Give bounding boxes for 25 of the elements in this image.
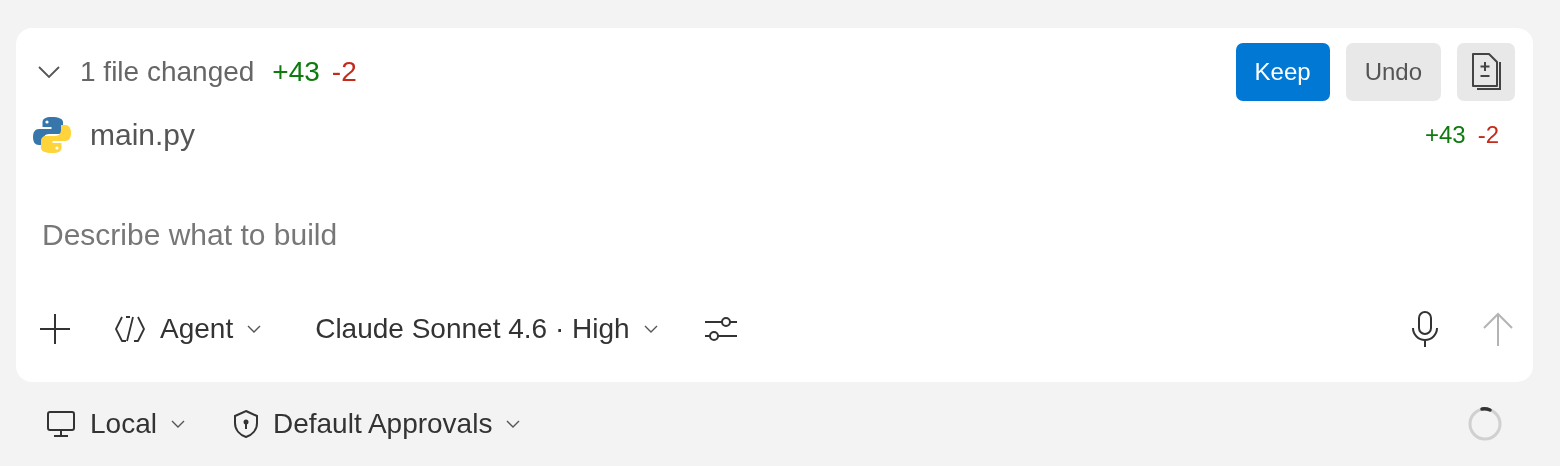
chevron-icon [38,66,60,78]
caret-icon [506,419,521,429]
model-dropdown[interactable]: Claude Sonnet 4.6 · High [315,313,658,345]
removed-count: -2 [1477,121,1499,149]
caret-icon [643,324,658,334]
python-icon [32,115,72,155]
shield-icon [232,409,259,439]
added-count: +43 [1424,121,1466,149]
add-icon[interactable] [38,312,72,346]
changes-toggle[interactable]: 1 file changed [38,56,255,88]
mode-dropdown[interactable]: Agent [114,313,262,345]
undo-button[interactable]: Undo [1345,43,1441,101]
diff-icon[interactable] [1457,43,1515,101]
file-name[interactable]: main.py [90,118,196,152]
keep-button[interactable]: Keep [1235,43,1330,101]
microphone-icon[interactable] [1411,310,1439,348]
caret-icon [170,419,185,429]
approvals-dropdown[interactable]: Default Approvals [232,408,521,440]
code-icon [114,314,146,344]
settings-icon[interactable] [703,314,738,344]
removed-count: -2 [331,56,357,88]
added-count: +43 [272,56,320,88]
location-dropdown[interactable]: Local [46,408,185,440]
caret-icon [247,324,262,334]
monitor-icon [46,409,76,439]
